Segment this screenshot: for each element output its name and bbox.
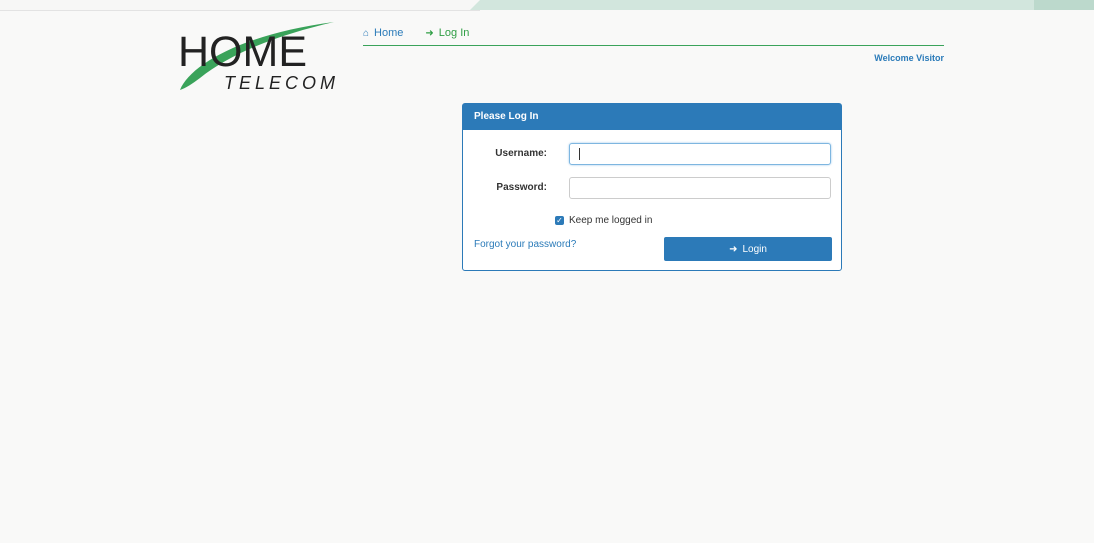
welcome-text: Welcome Visitor — [874, 53, 944, 63]
nav-login-label: Log In — [438, 27, 470, 39]
login-button[interactable]: ➜ Login — [664, 237, 832, 261]
keep-logged-in-label: Keep me logged in — [569, 215, 653, 226]
top-banner-accent — [1034, 0, 1094, 10]
text-caret — [579, 148, 580, 160]
nav-home-link[interactable]: ⌂ Home — [363, 26, 403, 40]
nav-login-link[interactable]: ➜ Log In — [425, 26, 469, 40]
username-input[interactable] — [569, 143, 831, 165]
keep-logged-in[interactable]: ✓ Keep me logged in — [555, 215, 652, 226]
top-banner — [470, 0, 1094, 10]
checkbox-checked-icon[interactable]: ✓ — [555, 216, 564, 225]
username-label: Username: — [495, 148, 547, 159]
nav-divider — [363, 45, 944, 46]
home-telecom-logo[interactable]: HOME TELECOM — [172, 20, 342, 93]
login-button-label: Login — [742, 243, 767, 255]
logo-telecom-text: TELECOM — [224, 73, 340, 93]
login-panel: Please Log In Username: Password: ✓ Keep… — [462, 103, 842, 271]
forgot-password-link[interactable]: Forgot your password? — [474, 239, 576, 250]
top-strip — [0, 0, 480, 11]
home-icon: ⌂ — [363, 27, 370, 39]
panel-title: Please Log In — [463, 104, 841, 130]
sign-in-icon: ➜ — [425, 27, 434, 39]
password-label: Password: — [496, 182, 547, 193]
logo-home-text: HOME — [178, 28, 307, 76]
sign-in-icon: ➜ — [729, 243, 738, 255]
top-nav: ⌂ Home ➜ Log In — [363, 26, 469, 40]
password-input[interactable] — [569, 177, 831, 199]
nav-home-label: Home — [374, 27, 404, 39]
